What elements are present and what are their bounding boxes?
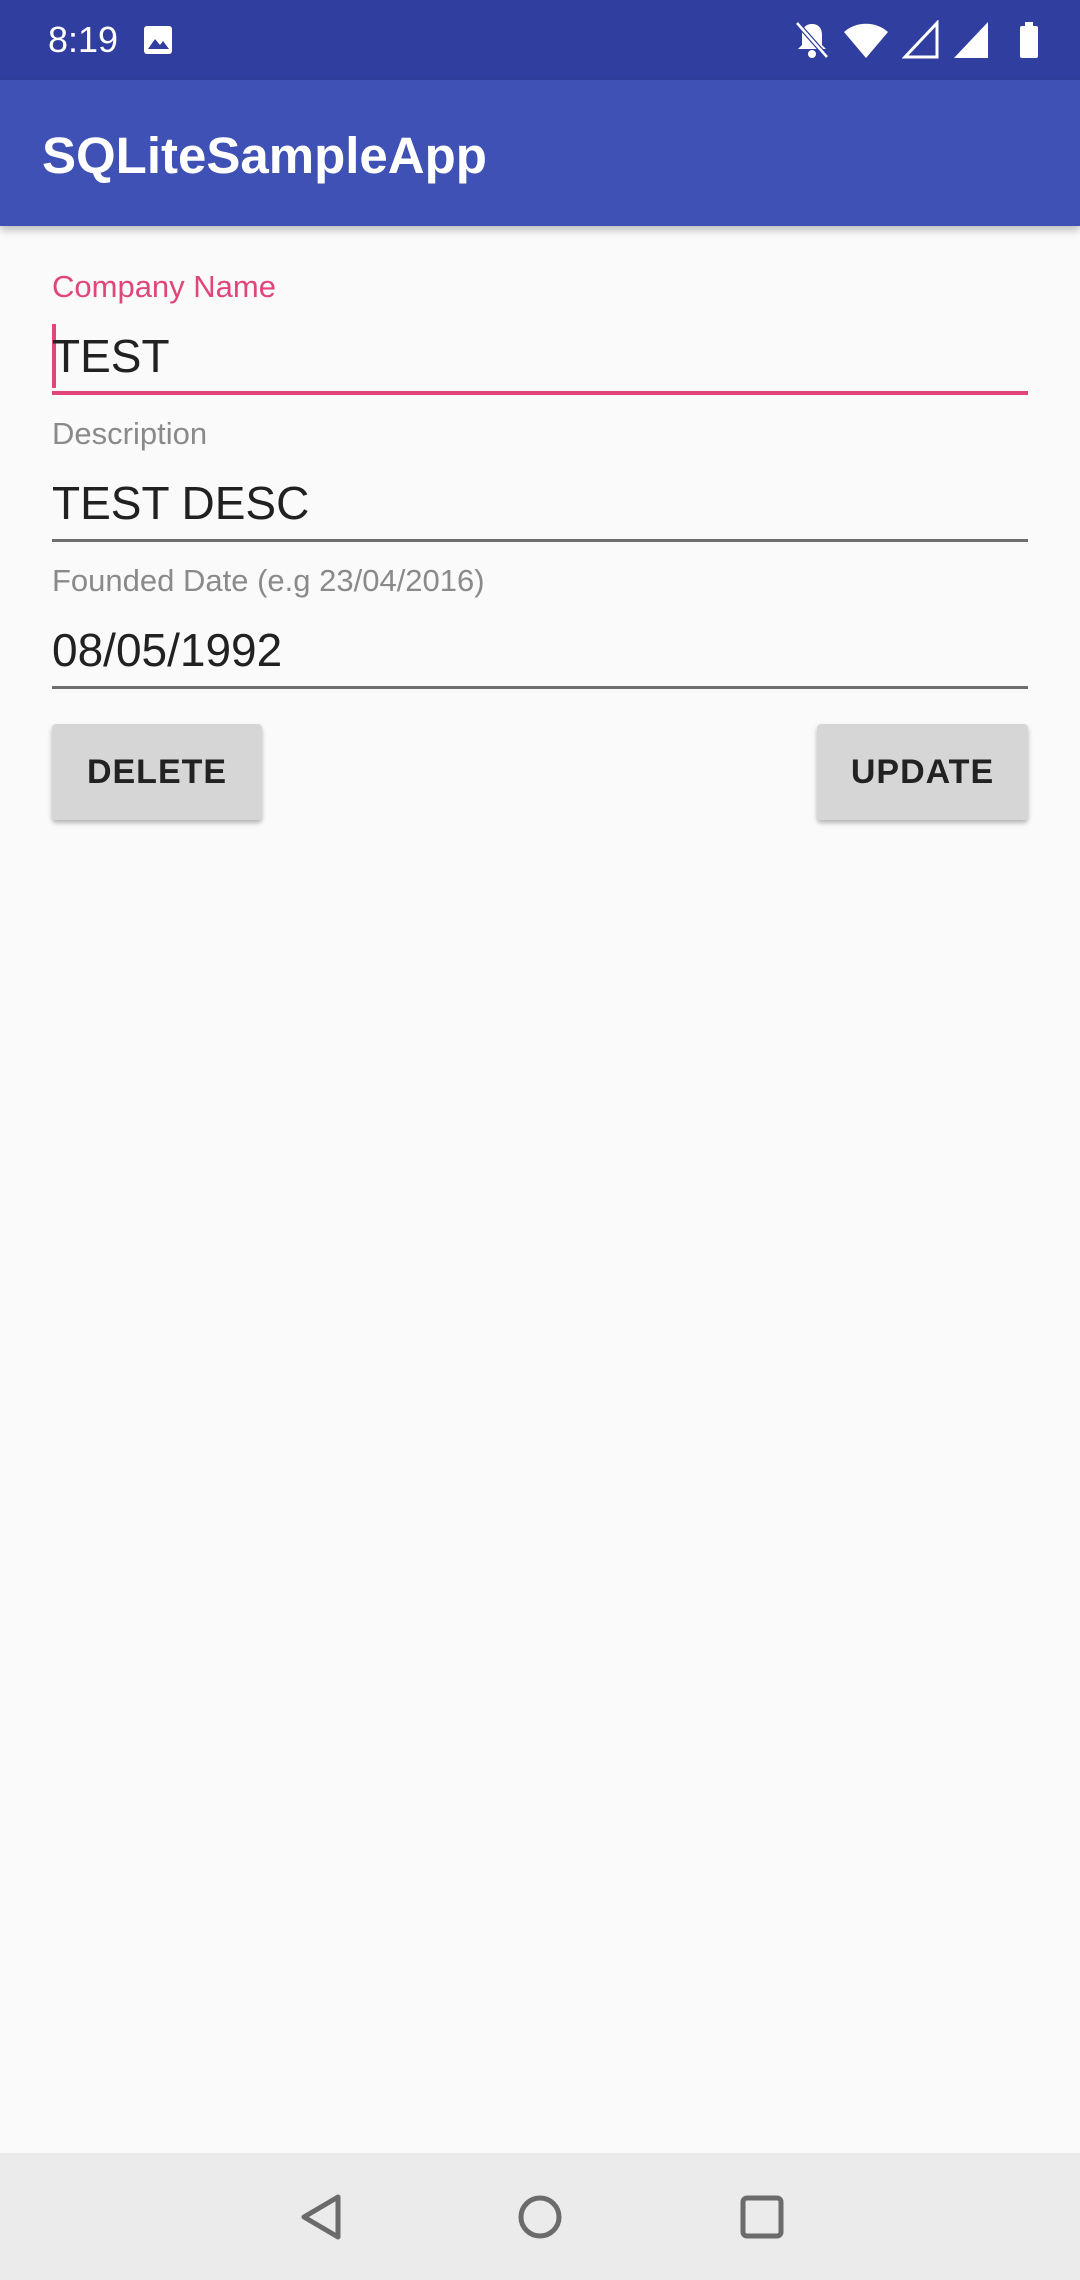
description-input[interactable]	[52, 472, 1028, 534]
image-icon	[144, 26, 172, 54]
founded-date-underline	[52, 686, 1028, 689]
founded-date-input[interactable]	[52, 619, 1028, 681]
app-title: SQLiteSampleApp	[42, 127, 487, 184]
wifi-icon	[844, 23, 888, 58]
navigation-bar	[0, 2153, 1080, 2280]
signal-full-icon	[954, 22, 988, 58]
description-underline	[52, 539, 1028, 542]
description-label: Description	[52, 416, 208, 451]
delete-button[interactable]: DELETE	[52, 724, 262, 820]
update-button[interactable]: UPDATE	[817, 724, 1028, 820]
signal-empty-icon	[902, 20, 939, 59]
notifications-off-icon	[795, 21, 829, 59]
founded-date-label: Founded Date (e.g 23/04/2016)	[52, 563, 485, 598]
company-name-underline	[52, 391, 1028, 395]
company-name-input[interactable]	[52, 325, 1028, 387]
recents-icon[interactable]	[730, 2185, 794, 2249]
app-bar: SQLiteSampleApp	[0, 80, 1080, 226]
status-time: 8:19	[48, 19, 119, 60]
back-icon[interactable]	[290, 2185, 354, 2249]
battery-icon	[1020, 22, 1038, 58]
company-name-label: Company Name	[52, 269, 276, 304]
status-bar: 8:19	[0, 0, 1080, 80]
home-icon[interactable]	[508, 2185, 572, 2249]
